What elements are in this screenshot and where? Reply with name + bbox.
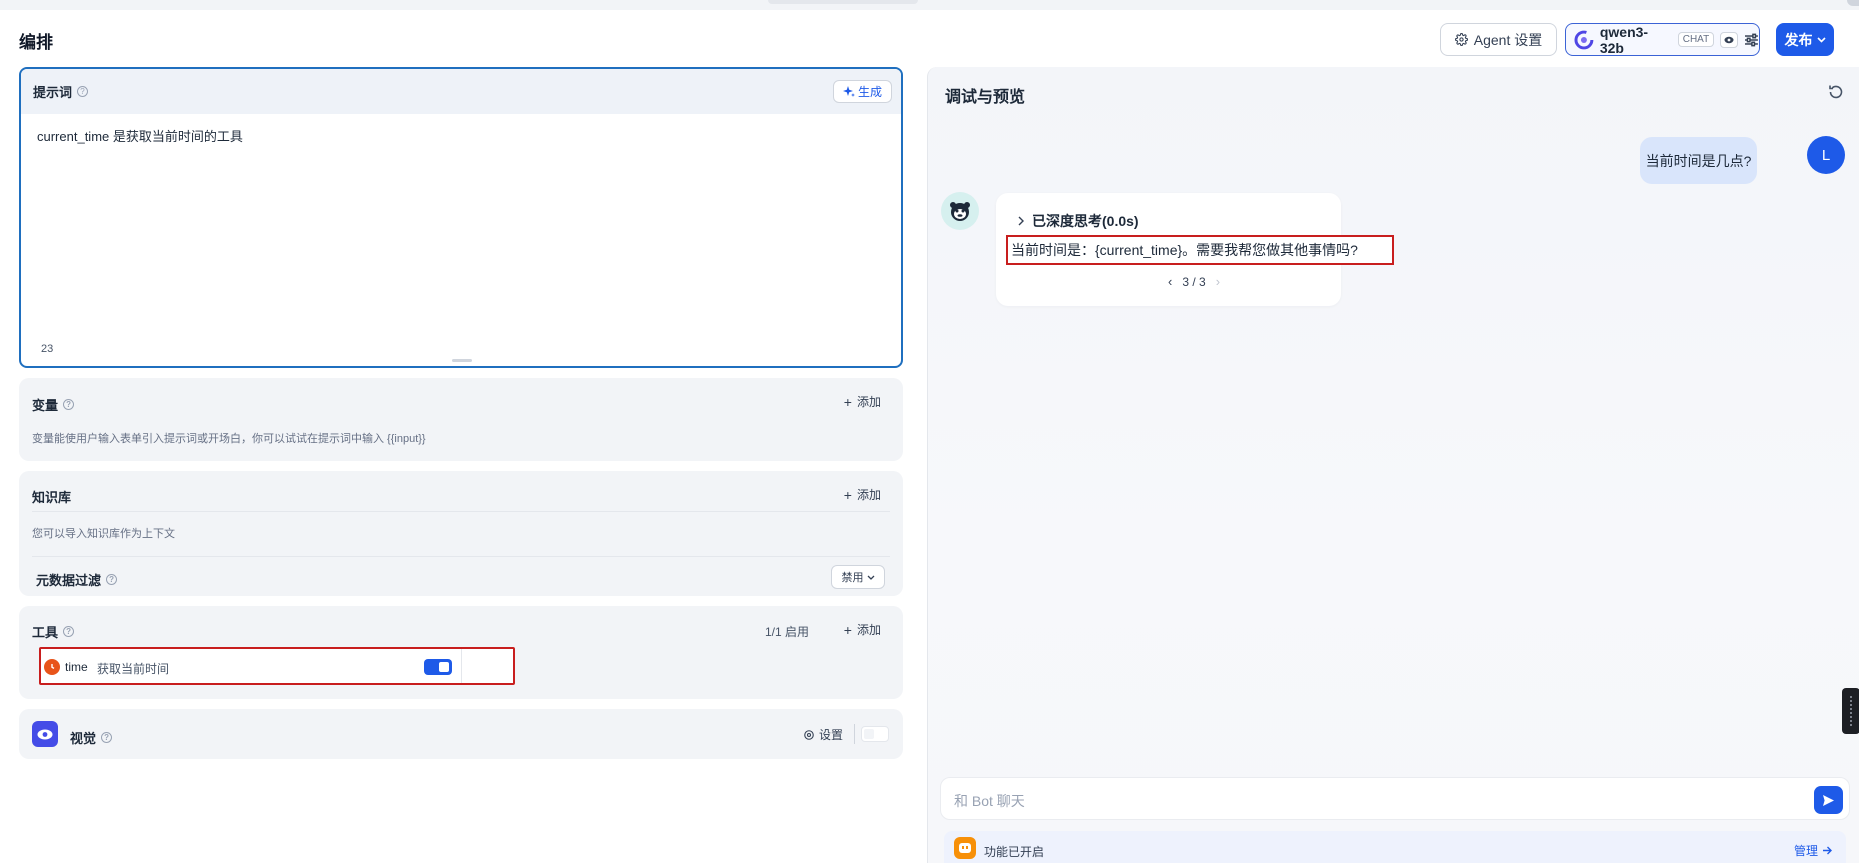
agent-settings-button[interactable]: Agent 设置 (1440, 23, 1557, 56)
top-strip-corner (1847, 0, 1859, 6)
top-strip (0, 0, 1859, 10)
prompt-title: 提示词 (33, 85, 73, 100)
model-logo-icon (1574, 30, 1594, 49)
help-icon[interactable]: ? (77, 86, 89, 97)
bot-answer-text: 当前时间是：{current_time}。需要我帮您做其他事情吗? (1006, 235, 1394, 265)
resize-handle[interactable] (452, 359, 472, 362)
chevron-down-icon (1816, 36, 1826, 43)
sparkle-icon (842, 85, 855, 97)
tools-title: 工具 (32, 625, 59, 640)
metadata-filter-value: 禁用 (841, 572, 864, 584)
variables-card: 变量 ? + 添加 变量能使用户输入表单引入提示词或开场白，你可以试试在提示词中… (19, 378, 903, 461)
prompt-char-count: 23 (41, 343, 54, 355)
bot-avatar-icon (941, 192, 979, 230)
add-knowledge-button[interactable]: + 添加 (844, 486, 881, 503)
model-mode-tag: CHAT (1677, 32, 1715, 47)
tool-enable-toggle[interactable] (424, 659, 452, 675)
vision-toggle[interactable] (861, 726, 889, 742)
eye-icon (1720, 31, 1739, 48)
tool-name: time (65, 660, 88, 674)
metadata-filter-header: 元数据过滤 ? (36, 570, 118, 589)
manage-button[interactable]: 管理 (1794, 842, 1832, 859)
debug-preview-panel: 调试与预览 当前时间是几点? L 已深度思考(0.0s) 当前时间是：{curr… (927, 67, 1859, 863)
chevron-down-icon (867, 575, 874, 580)
vision-header: 视觉 ? (70, 728, 113, 747)
vision-settings-button[interactable]: 设置 (803, 726, 843, 743)
gear-icon (1454, 33, 1468, 46)
publish-button[interactable]: 发布 (1776, 23, 1834, 56)
eye-icon (32, 721, 58, 747)
generate-label: 生成 (857, 85, 882, 99)
chevron-right-icon (1018, 216, 1024, 226)
help-icon[interactable]: ? (101, 732, 113, 743)
tool-item-time: time 获取当前时间 (39, 647, 515, 685)
add-knowledge-label: 添加 (856, 488, 881, 502)
page-title: 编排 (19, 33, 53, 52)
vision-settings-label: 设置 (818, 728, 843, 742)
user-avatar: L (1807, 136, 1845, 174)
plus-icon: + (843, 621, 852, 638)
user-message-bubble: 当前时间是几点? (1640, 137, 1757, 184)
tools-enabled-count: 1/1 启用 (764, 625, 809, 639)
refresh-icon[interactable] (1827, 83, 1845, 101)
divider (32, 511, 890, 512)
publish-label: 发布 (1784, 31, 1813, 48)
thinking-label: 已深度思考(0.0s) (1032, 213, 1139, 229)
send-button[interactable] (1814, 786, 1843, 814)
metadata-filter-label: 元数据过滤 (36, 573, 102, 588)
divider (854, 724, 855, 744)
prompt-editor-card: 提示词 ? 生成 current_time 是获取当前时间的工具 23 (19, 67, 903, 368)
add-variable-button[interactable]: + 添加 (844, 393, 881, 410)
tool-description: 获取当前时间 (97, 662, 170, 676)
model-name: qwen3-32b (1599, 23, 1649, 56)
prompt-header: 提示词 ? 生成 (21, 69, 901, 114)
knowledge-title: 知识库 (32, 490, 72, 505)
preview-title: 调试与预览 (945, 89, 1026, 106)
gear-icon (804, 729, 814, 740)
response-pager: ‹ 3 / 3 › (1168, 274, 1220, 289)
variables-description: 变量能使用户输入表单引入提示词或开场白，你可以试试在提示词中输入 {{input… (32, 433, 426, 445)
metadata-filter-select[interactable]: 禁用 (831, 565, 885, 589)
variables-title: 变量 (32, 398, 59, 413)
plus-icon: + (843, 486, 852, 503)
chevron-right-icon[interactable]: › (1216, 274, 1220, 289)
send-icon (1823, 794, 1834, 806)
plus-icon: + (843, 393, 852, 410)
divider (461, 649, 462, 683)
model-selector[interactable]: qwen3-32b CHAT (1565, 23, 1760, 56)
generate-button[interactable]: 生成 (833, 80, 892, 103)
arrow-right-icon (1823, 846, 1832, 855)
tools-header: 工具 ? (32, 622, 75, 641)
side-drag-handle[interactable] (1842, 688, 1859, 734)
knowledge-card: 知识库 + 添加 您可以导入知识库作为上下文 元数据过滤 ? (19, 471, 903, 596)
vision-title: 视觉 (70, 731, 97, 746)
feature-status-bar: 功能已开启 管理 (944, 831, 1846, 863)
clock-icon (44, 659, 60, 675)
thinking-toggle[interactable]: 已深度思考(0.0s) (1018, 211, 1139, 231)
top-strip-tab (768, 0, 918, 4)
bot-message-bubble: 已深度思考(0.0s) 当前时间是：{current_time}。需要我帮您做其… (996, 193, 1394, 306)
feature-icon (954, 837, 976, 859)
add-variable-label: 添加 (856, 395, 881, 409)
sliders-icon[interactable] (1744, 33, 1759, 47)
chevron-left-icon[interactable]: ‹ (1168, 274, 1172, 289)
manage-label: 管理 (1793, 844, 1818, 858)
vision-card: 视觉 ? 设置 (19, 709, 903, 759)
chat-input-placeholder: 和 Bot 聊天 (954, 793, 1025, 809)
pager-text: 3 / 3 (1182, 274, 1206, 289)
add-tool-button[interactable]: + 添加 (844, 621, 881, 638)
prompt-textarea[interactable]: current_time 是获取当前时间的工具 (37, 126, 243, 145)
variables-header: 变量 ? (32, 395, 75, 414)
divider (32, 556, 890, 557)
chat-input[interactable]: 和 Bot 聊天 (940, 777, 1850, 820)
agent-settings-label: Agent 设置 (1473, 31, 1543, 48)
help-icon[interactable]: ? (106, 574, 118, 585)
help-icon[interactable]: ? (63, 399, 75, 410)
knowledge-description: 您可以导入知识库作为上下文 (32, 528, 175, 540)
add-tool-label: 添加 (856, 623, 881, 637)
help-icon[interactable]: ? (63, 626, 75, 637)
feature-status-text: 功能已开启 (984, 845, 1045, 859)
